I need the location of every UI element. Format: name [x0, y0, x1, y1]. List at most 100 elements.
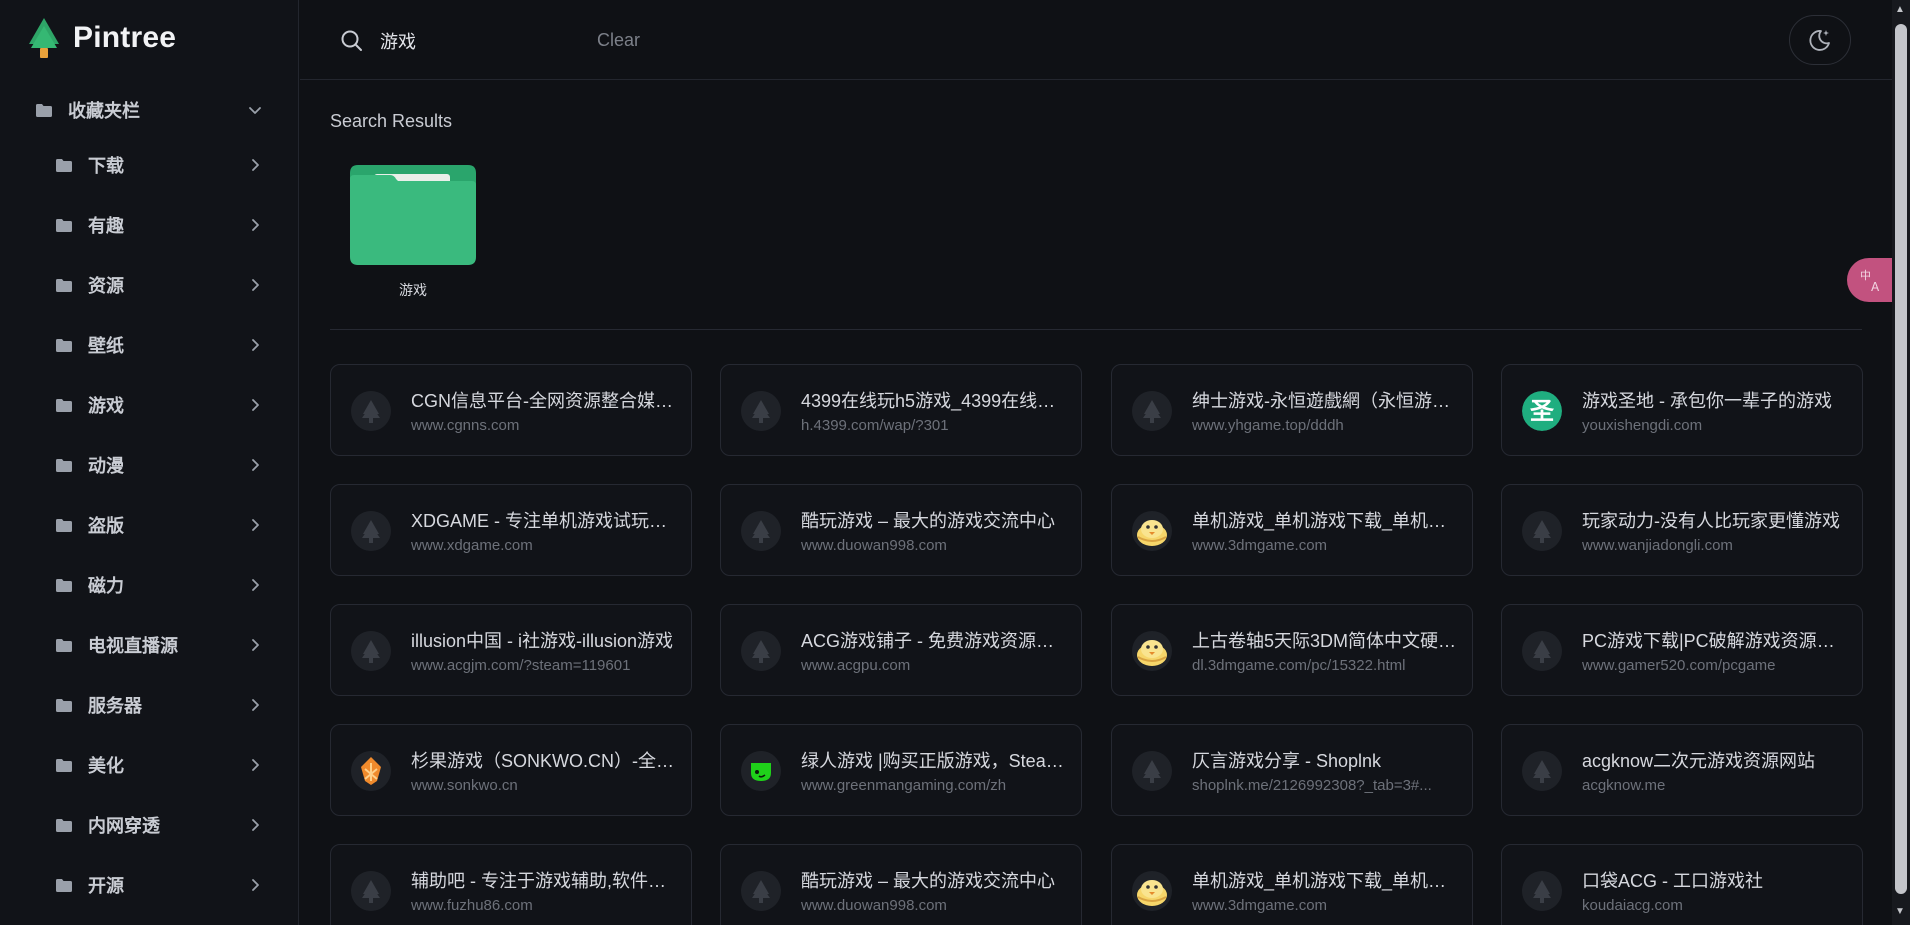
bookmark-url: www.acgpu.com: [801, 657, 911, 674]
bookmark-title: 单机游戏_单机游戏下载_单机游戏大全: [1192, 871, 1457, 891]
search-input[interactable]: [380, 24, 580, 58]
scrollbar-thumb[interactable]: [1895, 24, 1907, 894]
sidebar-item[interactable]: 动漫: [0, 445, 299, 485]
bookmark-card[interactable]: 单机游戏_单机游戏下载_单机游戏大全 www.3dmgame.com: [1111, 844, 1473, 925]
bookmark-url: www.xdgame.com: [411, 537, 533, 554]
tree-placeholder-icon: [1522, 751, 1562, 791]
clear-button[interactable]: Clear: [597, 30, 640, 51]
3dm-chick-icon: [1132, 511, 1172, 551]
bookmark-card[interactable]: 辅助吧 - 专注于游戏辅助,软件分享 www.fuzhu86.com: [330, 844, 692, 925]
bookmark-card[interactable]: XDGAME - 专注单机游戏试玩下载 www.xdgame.com: [330, 484, 692, 576]
folder-icon: [56, 638, 72, 652]
folder-icon: [56, 218, 72, 232]
bookmark-card[interactable]: 口袋ACG - 工口游戏社 koudaiacg.com: [1501, 844, 1863, 925]
bookmark-card[interactable]: 杉果游戏（SONKWO.CN）-全球正版游戏 www.sonkwo.cn: [330, 724, 692, 816]
bookmark-title: 4399在线玩h5游戏_4399在线小游戏: [801, 391, 1066, 411]
sidebar-item[interactable]: 服务器: [0, 685, 299, 725]
chevron-right-icon: [252, 639, 259, 651]
chevron-right-icon: [252, 819, 259, 831]
bookmark-card[interactable]: 4399在线玩h5游戏_4399在线小游戏 h.4399.com/wap/?301: [720, 364, 1082, 456]
bookmark-card[interactable]: ACG游戏铺子 - 免费游戏资源下载 www.acgpu.com: [720, 604, 1082, 696]
chevron-right-icon: [252, 759, 259, 771]
bookmark-url: www.3dmgame.com: [1192, 537, 1328, 554]
sidebar-item-favorites-bar[interactable]: 收藏夹栏: [0, 90, 299, 130]
chevron-right-icon: [252, 699, 259, 711]
bookmark-card[interactable]: CGN信息平台-全网资源整合媒体平台 www.cgnns.com: [330, 364, 692, 456]
sidebar-item-label: 美化: [88, 756, 124, 776]
sidebar-item-label: 开源: [88, 876, 124, 896]
folder-icon: [56, 338, 72, 352]
sidebar-item-label: 有趣: [88, 216, 124, 236]
folder-icon: [56, 518, 72, 532]
bookmark-card[interactable]: 仄言游戏分享 - Shoplnk shoplnk.me/2126992308?_t…: [1111, 724, 1473, 816]
sidebar-item-label: 磁力: [88, 576, 124, 596]
bookmark-card[interactable]: acgknow二次元游戏资源网站 acgknow.me: [1501, 724, 1863, 816]
folder-icon: [56, 818, 72, 832]
bookmark-url: www.sonkwo.cn: [411, 777, 518, 794]
sidebar-item[interactable]: 下载: [0, 145, 299, 185]
chevron-right-icon: [252, 879, 259, 891]
bookmark-url: www.fuzhu86.com: [411, 897, 533, 914]
sheng-logo-icon: 圣: [1522, 391, 1562, 431]
folder-icon: [350, 165, 476, 265]
bookmark-card[interactable]: 圣 游戏圣地 - 承包你一辈子的游戏 youxishengdi.com: [1501, 364, 1863, 456]
bookmark-title: 酷玩游戏 – 最大的游戏交流中心: [801, 871, 1056, 891]
bookmark-card[interactable]: 玩家动力-没有人比玩家更懂游戏 www.wanjiadongli.com: [1501, 484, 1863, 576]
bookmark-title: XDGAME - 专注单机游戏试玩下载: [411, 511, 676, 531]
bookmark-url: www.wanjiadongli.com: [1582, 537, 1733, 554]
sidebar-item-label: 电视直播源: [88, 636, 178, 656]
app-logo[interactable]: Pintree: [27, 18, 176, 58]
bookmark-card[interactable]: 绿人游戏 |购买正版游戏，Steam激活码 www.greenmangaming.…: [720, 724, 1082, 816]
sidebar-item[interactable]: 有趣: [0, 205, 299, 245]
sidebar-item-label: 壁纸: [88, 336, 124, 356]
bookmark-title: 玩家动力-没有人比玩家更懂游戏: [1582, 511, 1840, 531]
bookmark-card[interactable]: 单机游戏_单机游戏下载_单机游戏大全 www.3dmgame.com: [1111, 484, 1473, 576]
folder-icon: [56, 578, 72, 592]
chevron-down-icon: [249, 107, 261, 114]
chevron-right-icon: [252, 339, 259, 351]
sidebar-item[interactable]: 盗版: [0, 505, 299, 545]
scroll-down-arrow[interactable]: ▼: [1895, 906, 1905, 917]
tree-placeholder-icon: [351, 511, 391, 551]
sidebar-item[interactable]: 电视直播源: [0, 625, 299, 665]
bookmark-title: illusion中国 - i社游戏-illusion游戏: [411, 631, 674, 651]
bookmark-title: CGN信息平台-全网资源整合媒体平台: [411, 391, 676, 411]
bookmark-card[interactable]: 酷玩游戏 – 最大的游戏交流中心 www.duowan998.com: [720, 844, 1082, 925]
result-folder[interactable]: 游戏: [350, 165, 476, 300]
chevron-right-icon: [252, 459, 259, 471]
bookmark-card[interactable]: illusion中国 - i社游戏-illusion游戏 www.acgjm.co…: [330, 604, 692, 696]
folder-label: 游戏: [399, 282, 427, 298]
bookmark-card[interactable]: 上古卷轴5天际3DM简体中文硬盘版 dl.3dmgame.com/pc/15322…: [1111, 604, 1473, 696]
bookmark-url: www.yhgame.top/dddh: [1192, 417, 1344, 434]
bookmark-card[interactable]: PC游戏下载|PC破解游戏资源下载 www.gamer520.com/pcgame: [1501, 604, 1863, 696]
chevron-right-icon: [252, 579, 259, 591]
tree-placeholder-icon: [741, 871, 781, 911]
bookmark-card[interactable]: 酷玩游戏 – 最大的游戏交流中心 www.duowan998.com: [720, 484, 1082, 576]
bookmark-url: www.acgjm.com/?steam=119601: [411, 657, 631, 674]
bookmark-url: www.duowan998.com: [801, 537, 947, 554]
sidebar-item[interactable]: 美化: [0, 745, 299, 785]
svg-text:中: 中: [1860, 269, 1871, 282]
main-content: Search Results 游戏 CGN信息平台-全网资源整合媒体平台 www.…: [300, 81, 1892, 925]
bookmark-card[interactable]: 绅士游戏-永恒遊戲網（永恒游戏网） www.yhgame.top/dddh: [1111, 364, 1473, 456]
sidebar-item[interactable]: 资源: [0, 265, 299, 305]
sidebar-item[interactable]: 开源: [0, 865, 299, 905]
theme-toggle-button[interactable]: [1789, 15, 1851, 65]
bookmark-url: h.4399.com/wap/?301: [801, 417, 949, 434]
bookmark-title: 仄言游戏分享 - Shoplnk: [1192, 751, 1382, 771]
bookmark-url: youxishengdi.com: [1582, 417, 1703, 434]
sidebar-item[interactable]: 游戏: [0, 385, 299, 425]
bookmark-title: 杉果游戏（SONKWO.CN）-全球正版游戏: [411, 751, 676, 771]
3dm-chick-icon: [1132, 631, 1172, 671]
folder-icon: [56, 158, 72, 172]
bookmark-title: 辅助吧 - 专注于游戏辅助,软件分享: [411, 871, 676, 891]
translate-button[interactable]: 中 A: [1847, 258, 1897, 302]
sidebar-item[interactable]: 壁纸: [0, 325, 299, 365]
divider: [330, 329, 1862, 330]
sidebar-item[interactable]: 内网穿透: [0, 805, 299, 845]
folder-icon: [56, 458, 72, 472]
folder-icon: [56, 398, 72, 412]
scroll-up-arrow[interactable]: ▲: [1895, 4, 1905, 15]
sidebar-item[interactable]: 磁力: [0, 565, 299, 605]
sidebar-item-label: 游戏: [88, 396, 124, 416]
